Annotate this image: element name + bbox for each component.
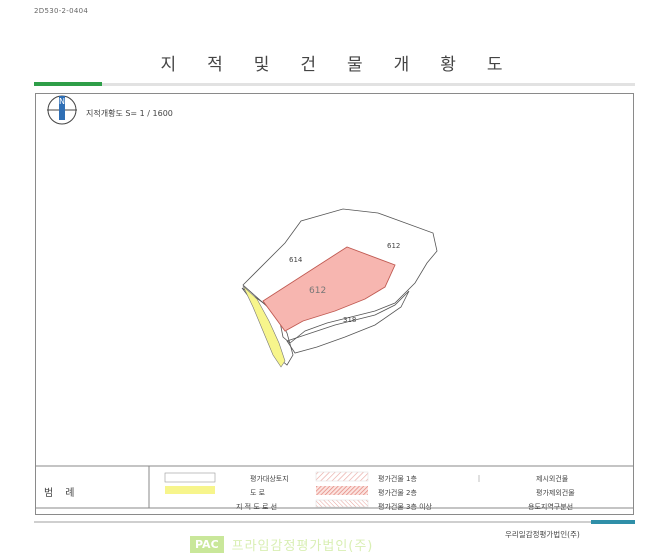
legend-subject-land: 평가대상토지 — [250, 475, 289, 483]
legend-swatch-building-3f — [315, 499, 369, 508]
title-divider-accent — [34, 82, 102, 86]
watermark: PAC 프라임감정평가법인(주) — [190, 535, 373, 554]
parcel-label-subject: 612 — [309, 286, 327, 296]
legend-swatch-building-2f — [316, 486, 368, 495]
page-title: 지적및건물개황도 — [160, 55, 534, 75]
parcel-label-northwest: 614 — [289, 256, 303, 264]
north-arrow-icon: N — [47, 95, 77, 125]
map-scale-label: 지적개황도 S= 1 / 1600 — [86, 109, 173, 118]
legend-building-1f: 평가건물 1층 — [378, 475, 417, 483]
company-name: 우리일감정평가법인(주) — [505, 530, 580, 539]
cadastral-map: N — [35, 95, 634, 509]
legend-boundary: 지 적 도 로 선 — [236, 503, 278, 511]
svg-text:N: N — [59, 97, 65, 106]
legend-building-2f: 평가건물 2층 — [378, 489, 417, 497]
document-id: 2D530-2-0404 — [34, 7, 89, 15]
parcel-label-south: 318 — [343, 316, 357, 324]
parcel-label-northeast: 612 — [387, 242, 401, 250]
legend-road: 도 로 — [250, 489, 266, 497]
footer-divider — [34, 521, 635, 523]
legend-swatch-road — [165, 486, 215, 494]
legend-district: 용도지역구분선 — [528, 503, 574, 511]
title-divider — [34, 83, 635, 86]
subject-parcel — [262, 246, 396, 332]
legend-building-3f: 평가건물 3층 이상 — [378, 503, 432, 511]
legend-title: 범례 — [44, 488, 87, 499]
watermark-logo: PAC — [190, 536, 224, 553]
watermark-text: 프라임감정평가법인(주) — [231, 539, 374, 554]
footer-divider-accent — [591, 520, 635, 524]
legend-other-building: 제시외건물 — [536, 475, 569, 483]
legend-swatch-building-1f — [315, 471, 369, 482]
legend-swatch-subject — [164, 472, 216, 483]
legend-excluded-building: 평가제외건물 — [536, 489, 575, 497]
